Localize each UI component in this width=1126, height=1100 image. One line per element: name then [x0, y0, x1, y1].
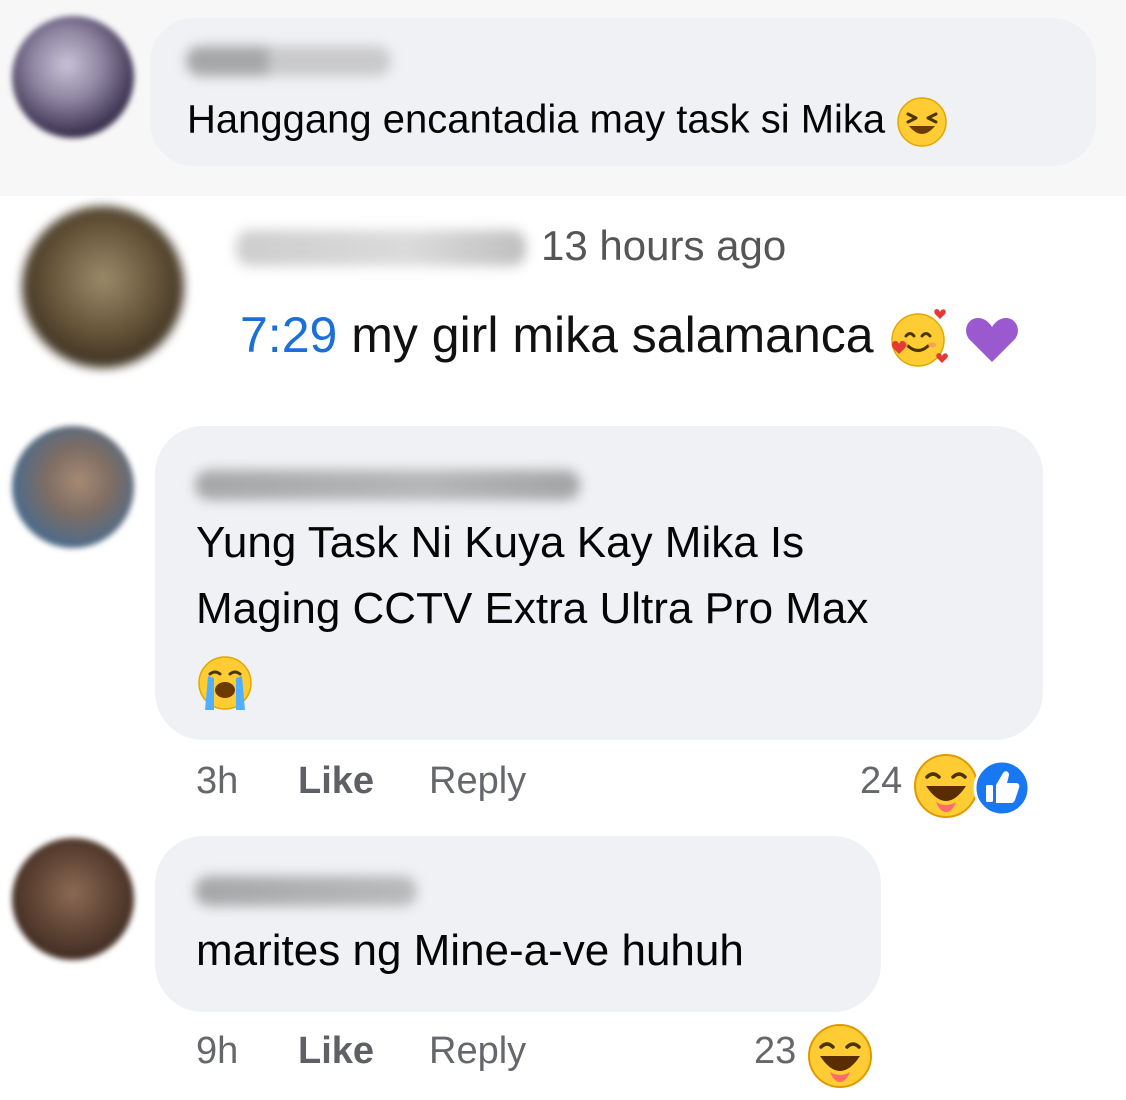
avatar[interactable] — [12, 426, 134, 548]
comment-body: my girl mika salamanca — [337, 307, 888, 363]
comment-text: Hanggang encantadia may task si Mika — [187, 96, 948, 148]
comment-age: 3h — [196, 760, 239, 802]
reply-button[interactable]: Reply — [429, 760, 526, 803]
smiling-face-with-hearts-emoji — [891, 308, 949, 367]
comment-text-line: Yung Task Ni Kuya Kay Mika Is — [196, 518, 805, 567]
comment-text: marites ng Mine-a-ve huhuh — [196, 926, 744, 975]
comment-bubble — [155, 836, 881, 1012]
like-reaction-icon — [973, 759, 1031, 817]
reaction-count: 23 — [754, 1030, 797, 1072]
reaction-count: 24 — [860, 760, 903, 802]
purple-heart-emoji — [966, 317, 1019, 362]
like-button[interactable]: Like — [298, 760, 374, 803]
avatar[interactable] — [12, 838, 134, 960]
blurred-author-name[interactable] — [195, 470, 580, 500]
reply-button[interactable]: Reply — [429, 1030, 526, 1073]
haha-reaction-icon — [914, 754, 978, 818]
loudly-crying-emoji — [198, 656, 252, 710]
comment-text-line: Maging CCTV Extra Ultra Pro Max — [196, 584, 869, 633]
haha-reaction-icon — [808, 1024, 872, 1088]
video-timestamp-link[interactable]: 7:29 — [240, 307, 337, 363]
comment-text: 7:29 my girl mika salamanca — [240, 306, 1021, 370]
laughing-squint-emoji — [897, 97, 948, 147]
comment-age: 9h — [196, 1030, 239, 1072]
comment-time: 13 hours ago — [541, 222, 787, 269]
blurred-author-name[interactable] — [236, 230, 526, 266]
avatar[interactable] — [22, 206, 184, 368]
like-button[interactable]: Like — [298, 1030, 374, 1073]
blurred-author-name[interactable] — [186, 46, 391, 76]
avatar[interactable] — [12, 16, 134, 138]
comment-body: Hanggang encantadia may task si Mika — [187, 97, 886, 142]
blurred-author-name[interactable] — [195, 876, 417, 906]
